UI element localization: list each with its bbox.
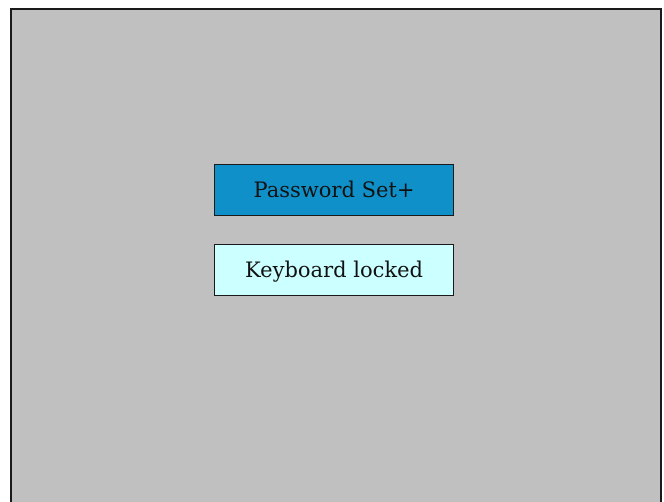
password-set-menu-item[interactable]: Password Set+ — [214, 164, 454, 216]
password-set-label: Password Set+ — [253, 178, 415, 202]
lcd-screen: Password Set+ Keyboard locked — [10, 8, 662, 502]
keyboard-locked-menu-item[interactable]: Keyboard locked — [214, 244, 454, 296]
keyboard-locked-label: Keyboard locked — [245, 258, 423, 282]
